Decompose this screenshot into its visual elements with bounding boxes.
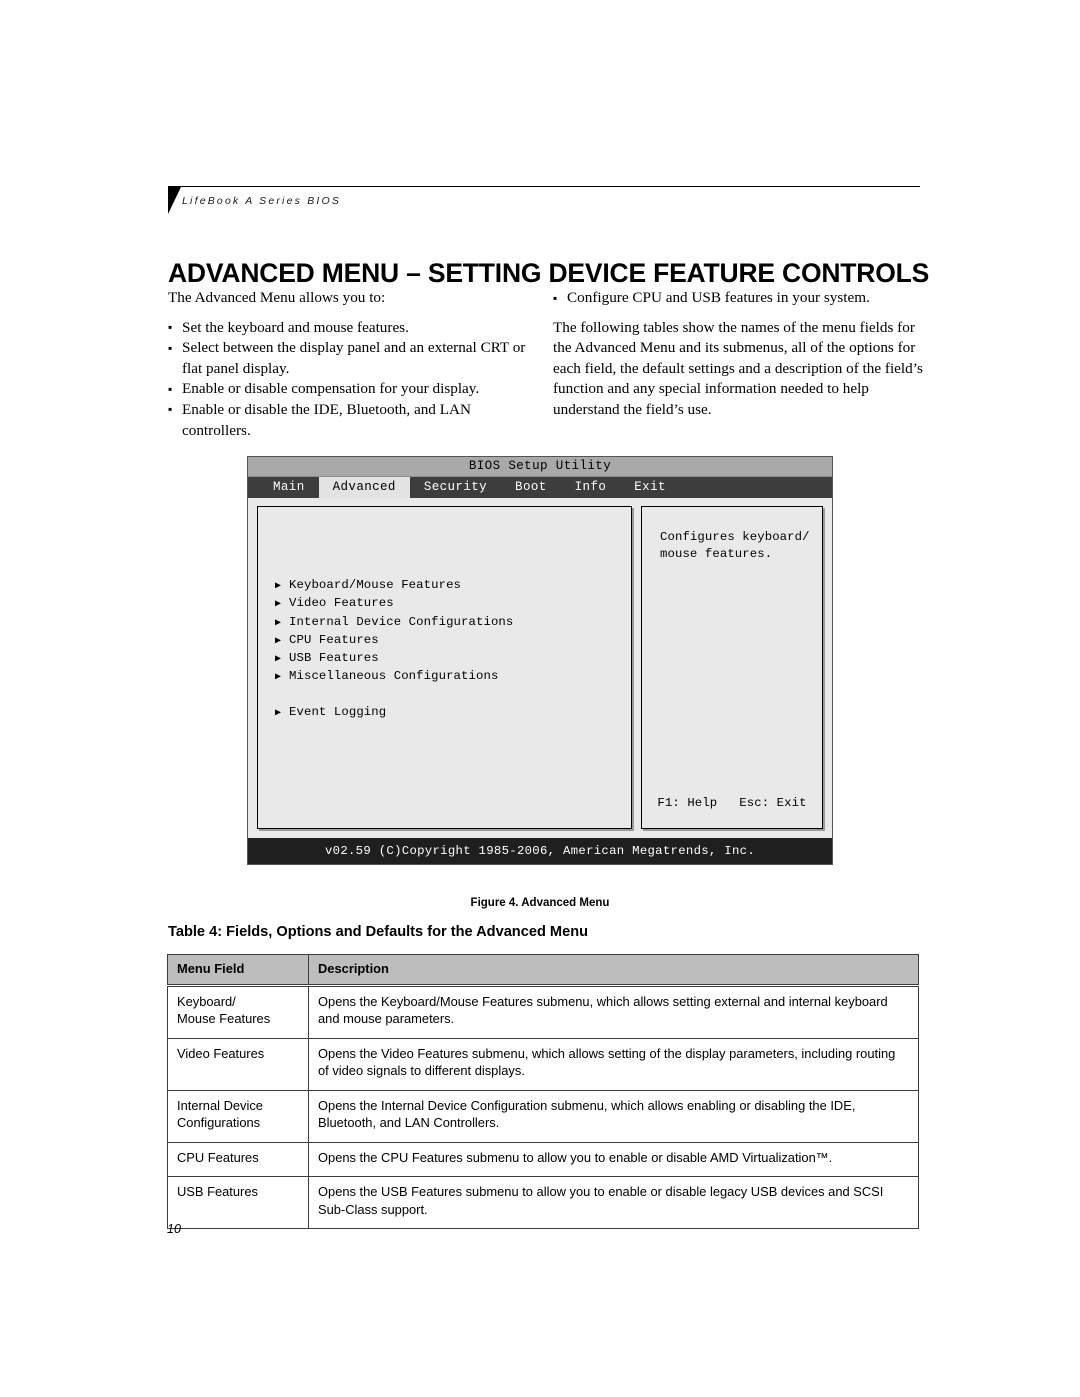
help-text-line-2: mouse features.	[660, 547, 773, 562]
submenu-arrow-icon: ▶	[275, 654, 282, 666]
bios-setup-utility-screenshot: BIOS Setup Utility Main Advanced Securit…	[247, 456, 833, 865]
table-row: Keyboard/Mouse Features Opens the Keyboa…	[167, 984, 919, 1039]
key-hint-help: F1: Help	[657, 796, 718, 810]
menu-item-usb-features[interactable]: ▶ USB Features	[275, 650, 615, 668]
tab-security[interactable]: Security	[410, 477, 501, 498]
menu-item-keyboard-mouse-features[interactable]: ▶ Keyboard/Mouse Features	[275, 577, 615, 595]
table-row: Internal Device Configurations Opens the …	[167, 1089, 919, 1143]
cell-description: Opens the USB Features submenu to allow …	[308, 1176, 919, 1229]
left-bullet-list: Set the keyboard and mouse features. Sel…	[168, 317, 528, 442]
body-column-right: Configure CPU and USB features in your s…	[553, 288, 923, 421]
bios-titlebar: BIOS Setup Utility	[248, 457, 832, 477]
menu-item-label: Keyboard/Mouse Features	[289, 578, 462, 592]
following-tables-paragraph: The following tables show the names of t…	[553, 318, 923, 418]
fields-options-defaults-table: Menu Field Description Keyboard/Mouse Fe…	[167, 954, 919, 1229]
body-column-left: The Advanced Menu allows you to: Set the…	[168, 288, 528, 441]
menu-item-internal-device-configurations[interactable]: ▶ Internal Device Configurations	[275, 614, 615, 632]
bios-tab-bar: Main Advanced Security Boot Info Exit	[248, 477, 832, 498]
page-number: 10	[167, 1222, 181, 1236]
bios-key-hints: F1: Help Esc: Exit	[642, 796, 822, 810]
bios-help-pane: Configures keyboard/ mouse features. F1:…	[641, 506, 823, 829]
table-row: USB Features Opens the USB Features subm…	[167, 1176, 919, 1229]
bios-body: ▶ Keyboard/Mouse Features ▶ Video Features…	[248, 498, 832, 838]
column-header-menu-field: Menu Field	[167, 954, 309, 987]
menu-item-miscellaneous-configurations[interactable]: ▶ Miscellaneous Configurations	[275, 668, 615, 686]
header-rule	[168, 186, 920, 187]
menu-item-label: Internal Device Configurations	[289, 614, 514, 629]
menu-item-cpu-features[interactable]: ▶ CPU Features	[275, 632, 615, 650]
cell-menu-field: Internal Device Configurations	[167, 1089, 309, 1143]
bios-menu-pane: ▶ Keyboard/Mouse Features ▶ Video Features…	[257, 506, 632, 829]
tab-advanced[interactable]: Advanced	[318, 477, 410, 498]
menu-item-event-logging[interactable]: ▶ Event Logging	[275, 704, 615, 722]
cell-description: Opens the Internal Device Configuration …	[308, 1089, 919, 1143]
menu-item-label: Video Features	[289, 596, 394, 611]
list-item: Enable or disable compensation for your …	[168, 379, 528, 400]
table-row: CPU Features Opens the CPU Features subm…	[167, 1141, 919, 1177]
menu-item-label: USB Features	[289, 651, 379, 666]
table-title: Table 4: Fields, Options and Defaults fo…	[168, 924, 589, 940]
right-bullet-list: Configure CPU and USB features in your s…	[553, 288, 923, 309]
bios-copyright-footer: v02.59 (C)Copyright 1985-2006, American …	[248, 838, 832, 864]
document-page: LifeBook A Series BIOS ADVANCED MENU – S…	[0, 0, 1080, 1397]
tab-boot[interactable]: Boot	[501, 477, 561, 498]
column-header-description: Description	[308, 954, 919, 987]
intro-paragraph: The Advanced Menu allows you to:	[168, 289, 386, 306]
cell-description: Opens the Video Features submenu, which …	[308, 1037, 919, 1091]
menu-item-video-features[interactable]: ▶ Video Features	[275, 595, 615, 613]
list-item: Enable or disable the IDE, Bluetooth, an…	[168, 399, 528, 441]
submenu-arrow-icon: ▶	[275, 581, 282, 592]
bios-help-text: Configures keyboard/ mouse features.	[660, 529, 810, 564]
help-text-line-1: Configures keyboard/	[660, 530, 810, 544]
menu-item-label: CPU Features	[289, 632, 379, 647]
table-header-row: Menu Field Description	[167, 954, 919, 987]
key-hint-exit: Esc: Exit	[739, 796, 807, 810]
header-flag-icon	[168, 187, 181, 214]
cell-menu-field: CPU Features	[167, 1141, 309, 1177]
submenu-arrow-icon: ▶	[275, 708, 282, 720]
submenu-arrow-icon: ▶	[275, 635, 282, 647]
cell-menu-field: Video Features	[167, 1037, 309, 1091]
bios-menu-list: ▶ Keyboard/Mouse Features ▶ Video Features…	[275, 577, 615, 722]
list-item: Select between the display panel and an …	[168, 338, 528, 379]
submenu-arrow-icon: ▶	[275, 672, 282, 684]
table-row: Video Features Opens the Video Features …	[167, 1037, 919, 1091]
submenu-arrow-icon: ▶	[275, 599, 282, 611]
cell-menu-field: Keyboard/Mouse Features	[167, 984, 309, 1039]
list-item: Configure CPU and USB features in your s…	[553, 288, 923, 309]
menu-item-label: Miscellaneous Configurations	[289, 669, 499, 684]
running-header-text: LifeBook A Series BIOS	[182, 195, 342, 207]
cell-description: Opens the Keyboard/Mouse Features submen…	[308, 984, 919, 1039]
submenu-arrow-icon: ▶	[275, 617, 282, 629]
menu-spacer	[275, 687, 615, 704]
cell-description: Opens the CPU Features submenu to allow …	[308, 1141, 919, 1177]
figure-caption: Figure 4. Advanced Menu	[470, 897, 610, 909]
tab-exit[interactable]: Exit	[620, 477, 680, 498]
tab-info[interactable]: Info	[561, 477, 621, 498]
tab-main[interactable]: Main	[259, 477, 319, 498]
menu-item-label: Event Logging	[289, 705, 387, 720]
page-title: ADVANCED MENU – SETTING DEVICE FEATURE C…	[168, 257, 930, 288]
cell-menu-field: USB Features	[167, 1176, 309, 1229]
list-item: Set the keyboard and mouse features.	[168, 317, 528, 339]
